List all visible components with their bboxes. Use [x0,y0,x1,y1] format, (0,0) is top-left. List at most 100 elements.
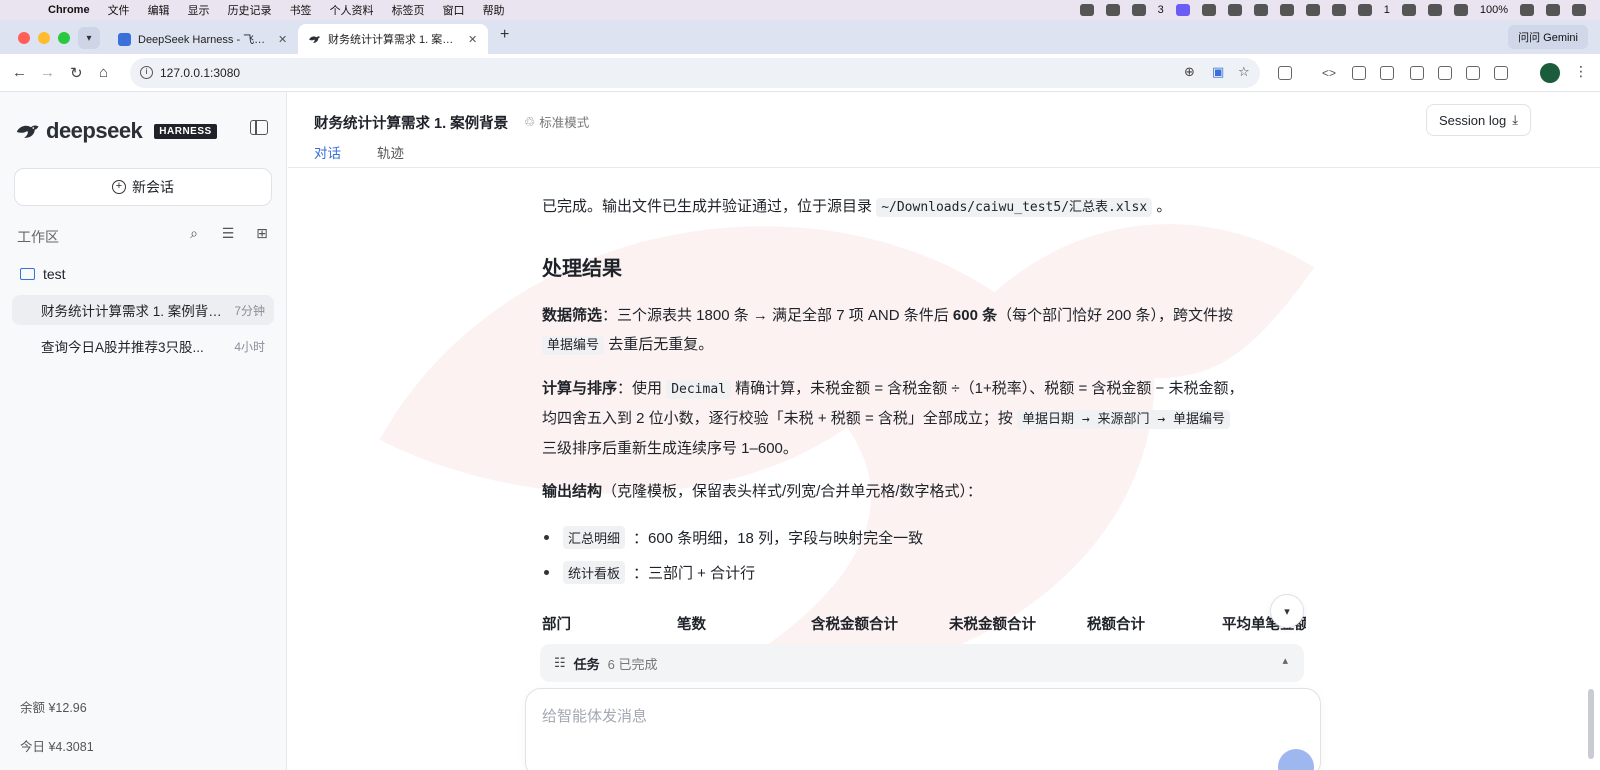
address-bar[interactable]: i 127.0.0.1:3080 ⊕ ▣ ☆ [130,58,1260,88]
translate-icon[interactable] [1380,66,1394,80]
mode-recycle-icon: ♲ [524,115,536,129]
session-item[interactable]: 查询今日A股并推荐3只股... 4小时 [12,331,274,361]
back-arrow-icon[interactable]: ← [12,64,27,81]
chat-bubble-icon[interactable] [1357,4,1372,16]
app-icon-c[interactable] [1279,4,1294,16]
deepseek-favicon-icon [308,33,321,46]
new-chat-button[interactable]: + 新会话 [14,168,272,206]
profile-avatar[interactable] [1540,63,1560,83]
bullet-dot [544,570,549,575]
session-time: 4小时 [234,339,265,354]
scrollbar[interactable] [1588,689,1594,759]
tab-search-chevron-icon[interactable]: ▾ [78,27,100,49]
app-p-icon[interactable] [1401,4,1416,16]
microphone-icon[interactable] [1105,4,1120,16]
app-icon-b[interactable] [1253,4,1268,16]
sidebar-toggle-icon[interactable] [250,120,268,135]
task-count: 6 已完成 [607,656,658,672]
play-icon[interactable] [1453,4,1468,16]
doc-id-code: 单据编号 [542,336,605,355]
menu-window[interactable]: 窗口 [443,2,465,18]
menu-edit[interactable]: 编辑 [148,2,170,18]
folder-icon [20,268,35,280]
filter-text-c: 去重后无重复。 [608,336,714,353]
menu-view[interactable]: 显示 [188,2,210,18]
output-path-code: ~/Downloads/caiwu_test5/汇总表.xlsx [876,198,1153,217]
screen-mirror-icon[interactable] [1175,4,1190,16]
forward-arrow-icon[interactable]: → [40,64,55,81]
site-info-icon[interactable]: i [140,66,153,79]
extension-b-icon[interactable] [1494,66,1508,80]
tab-deepseek-session[interactable]: 财务统计计算需求 1. 案例背景 - DeepSeek ✕ [298,24,488,54]
wifi-icon[interactable] [1546,4,1560,16]
macos-menubar: Chrome 文件 编辑 显示 历史记录 书签 个人资料 标签页 窗口 帮助 3… [0,0,1600,20]
close-tab-icon[interactable]: ✕ [468,33,478,46]
new-folder-icon[interactable]: ⊞ [254,225,270,241]
extension-layout-icon[interactable] [1352,66,1366,80]
session-log-label: Session log [1439,112,1507,128]
tab-feishu-doc[interactable]: DeepSeek Harness - 飞书云文档 ✕ [108,24,298,54]
extension-pin-icon[interactable] [1438,66,1452,80]
app-icon-a[interactable] [1227,4,1242,16]
calc-text-c: 均四舍五入到 2 位小数，逐行校验「未税 + 税额 = 含税」全部成立；按 [542,410,1013,427]
tab-chat[interactable]: 对话 [314,142,341,172]
bookmark-star-icon[interactable]: ☆ [1238,64,1250,80]
trash-icon[interactable] [1410,66,1424,80]
more-menu-icon[interactable]: ⋮ [1574,63,1588,80]
calc-label: 计算与排序 [542,380,618,397]
zoom-icon[interactable]: ⊕ [1184,64,1195,80]
list-item: 统计看板 ：三部门 + 合计行 [544,561,755,584]
ask-gemini-button[interactable]: 问问 Gemini [1508,25,1588,49]
reload-icon[interactable]: ↻ [70,64,83,82]
paragraph-filter: 数据筛选：三个源表共 1800 条 → 满足全部 7 项 AND 条件后 600… [542,301,1322,360]
app-w-icon[interactable] [1201,4,1216,16]
task-panel[interactable]: ☷ 任务 6 已完成 ▴ [540,644,1304,682]
mode-label: 标准模式 [539,116,590,130]
send-button[interactable] [1278,749,1314,770]
home-icon[interactable]: ⌂ [99,64,108,81]
table-header-cell: 笔数 [677,617,706,633]
extension-a-icon[interactable] [1466,66,1480,80]
folder-test[interactable]: test [20,266,66,282]
message-input[interactable]: 给智能体发消息 [525,688,1321,770]
extensions-puzzle-icon[interactable] [1278,66,1292,80]
menu-history[interactable]: 历史记录 [228,2,272,18]
menu-file[interactable]: 文件 [108,2,130,18]
session-item-active[interactable]: 财务统计计算需求 1. 案例背景... 7分钟 [12,295,274,325]
menu-help[interactable]: 帮助 [483,2,505,18]
search-icon[interactable]: ⌕ [186,225,202,241]
control-center-icon[interactable] [1572,4,1586,16]
session-time: 7分钟 [234,303,265,318]
session-log-button[interactable]: Session log ⤓ [1426,104,1531,136]
calc-text-d: 三级排序后重新生成连续序号 1–600。 [542,440,798,457]
app-icon-d[interactable] [1305,4,1320,16]
battery-icon[interactable] [1520,4,1534,16]
close-window-button[interactable] [18,32,30,44]
sheet-name-code: 汇总明细 [563,526,626,549]
chevron-up-icon[interactable]: ▴ [1282,654,1288,667]
calc-text-a: ：使用 [617,380,663,397]
scroll-to-bottom-button[interactable]: ▾ [1270,594,1304,628]
zoom-window-button[interactable] [58,32,70,44]
install-app-icon[interactable]: ▣ [1212,64,1224,80]
menu-profile[interactable]: 个人资料 [330,2,374,18]
mode-indicator[interactable]: ♲ 标准模式 [524,112,589,131]
menu-app-name[interactable]: Chrome [48,4,90,16]
minimize-window-button[interactable] [38,32,50,44]
status-emoji-icon[interactable] [1079,4,1094,16]
wechat-icon[interactable] [1427,4,1442,16]
bullet-text: ：600 条明细，18 列，字段与映射完全一致 [633,530,924,547]
tab-trace[interactable]: 轨迹 [377,142,404,172]
sidebar: deepseek HARNESS + 新会话 工作区 ⌕ ☰ ⊞ test 财务… [0,92,287,770]
close-tab-icon[interactable]: ✕ [278,33,288,46]
filter-sliders-icon[interactable]: ☰ [220,225,236,241]
menu-tabs[interactable]: 标签页 [392,2,425,18]
devtools-code-icon[interactable]: <> [1322,66,1336,80]
menu-bookmarks[interactable]: 书签 [290,2,312,18]
shirt-icon[interactable] [1131,4,1146,16]
sheet-name-code: 统计看板 [563,561,626,584]
openai-icon[interactable] [1331,4,1346,16]
new-tab-plus-icon[interactable]: + [500,26,509,44]
logo-text: deepseek [46,118,143,143]
deepseek-whale-icon [16,125,39,138]
